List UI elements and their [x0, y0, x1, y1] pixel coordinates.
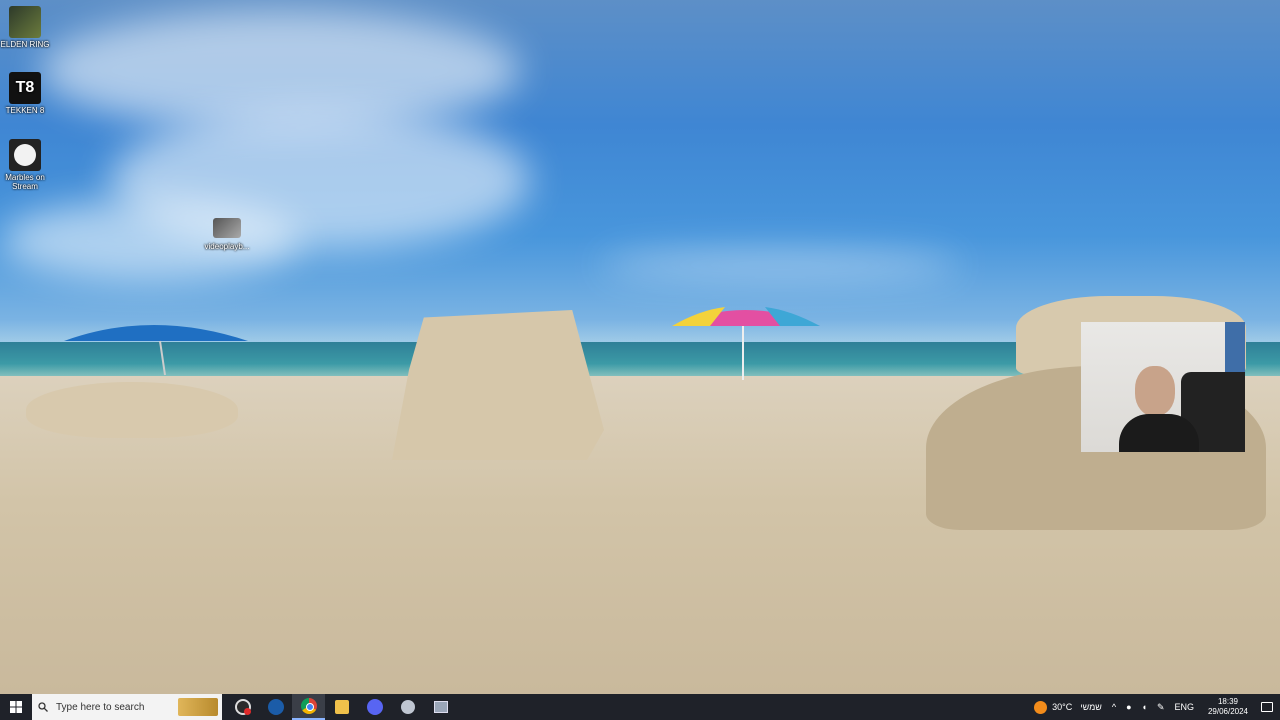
desktop-icon-video[interactable]: videoplayb... — [195, 218, 259, 251]
search-input[interactable]: Type here to search — [32, 694, 222, 720]
desktop-icon-tekken[interactable]: T8 TEKKEN 8 — [0, 72, 57, 115]
microphone-icon[interactable]: ● — [1126, 702, 1131, 712]
taskbar: Type here to search 30°C שמשי ^ ● ◖ ✎ EN… — [0, 694, 1280, 720]
app-icon — [400, 700, 415, 714]
taskbar-app-file-explorer[interactable] — [325, 694, 358, 720]
file-explorer-icon — [334, 700, 349, 714]
taskbar-app-chrome[interactable] — [292, 694, 325, 720]
desktop-icon-marbles[interactable]: Marbles on Stream — [0, 139, 57, 191]
weather-label: שמשי — [1080, 702, 1102, 712]
clock-time: 18:39 — [1217, 697, 1239, 706]
person-face-image — [1135, 366, 1175, 416]
blue-umbrella-image — [64, 325, 248, 376]
sun-icon — [1034, 700, 1048, 714]
search-icon — [38, 702, 48, 712]
chrome-icon — [300, 698, 317, 714]
rainbow-umbrella-image — [672, 307, 820, 380]
weather-widget[interactable]: 30°C שמשי — [1034, 700, 1102, 714]
obs-icon — [234, 699, 251, 715]
squidward-house-sandcastle — [392, 310, 604, 460]
pen-icon[interactable]: ✎ — [1157, 702, 1165, 713]
video-file-icon — [213, 218, 241, 238]
clock-date: 29/06/2024 — [1207, 707, 1249, 716]
webcam-overlay — [1081, 322, 1245, 452]
clock[interactable]: 18:39 29/06/2024 — [1202, 697, 1254, 717]
language-indicator[interactable]: ENG — [1174, 702, 1194, 712]
elden-ring-icon — [9, 6, 41, 38]
taskbar-app-discord[interactable] — [358, 694, 391, 720]
desktop-icon-elden-ring[interactable]: ELDEN RING — [0, 6, 57, 49]
taskbar-app-obs[interactable] — [226, 694, 259, 720]
speaker-icon[interactable]: ◖ — [1142, 702, 1147, 712]
desktop-wallpaper: ELDEN RING T8 TEKKEN 8 Marbles on Stream… — [0, 0, 1280, 694]
marbles-icon — [9, 139, 41, 171]
notifications-button[interactable] — [1254, 694, 1280, 720]
person-shirt-image — [1119, 414, 1199, 452]
taskbar-app-generic[interactable] — [391, 694, 424, 720]
steam-icon — [267, 699, 284, 715]
taskbar-app-window[interactable] — [424, 694, 457, 720]
desktop-icon-label: ELDEN RING — [0, 40, 50, 49]
tekken-icon: T8 — [9, 72, 41, 104]
windows-logo-icon — [10, 701, 22, 713]
sand-dome-image — [26, 382, 238, 438]
desktop-icon-label: videoplayb... — [204, 242, 250, 251]
desktop-icon-label: Marbles on Stream — [5, 173, 45, 191]
chevron-up-icon[interactable]: ^ — [1112, 702, 1116, 712]
discord-icon — [366, 699, 383, 715]
window-icon — [433, 701, 448, 713]
notification-icon — [1261, 702, 1273, 712]
weather-temp: 30°C — [1052, 702, 1073, 712]
start-button[interactable] — [0, 694, 32, 720]
search-placeholder: Type here to search — [56, 701, 145, 713]
taskbar-app-steam[interactable] — [259, 694, 292, 720]
search-highlight-icon — [178, 698, 218, 716]
desktop-icon-label: TEKKEN 8 — [5, 106, 45, 115]
